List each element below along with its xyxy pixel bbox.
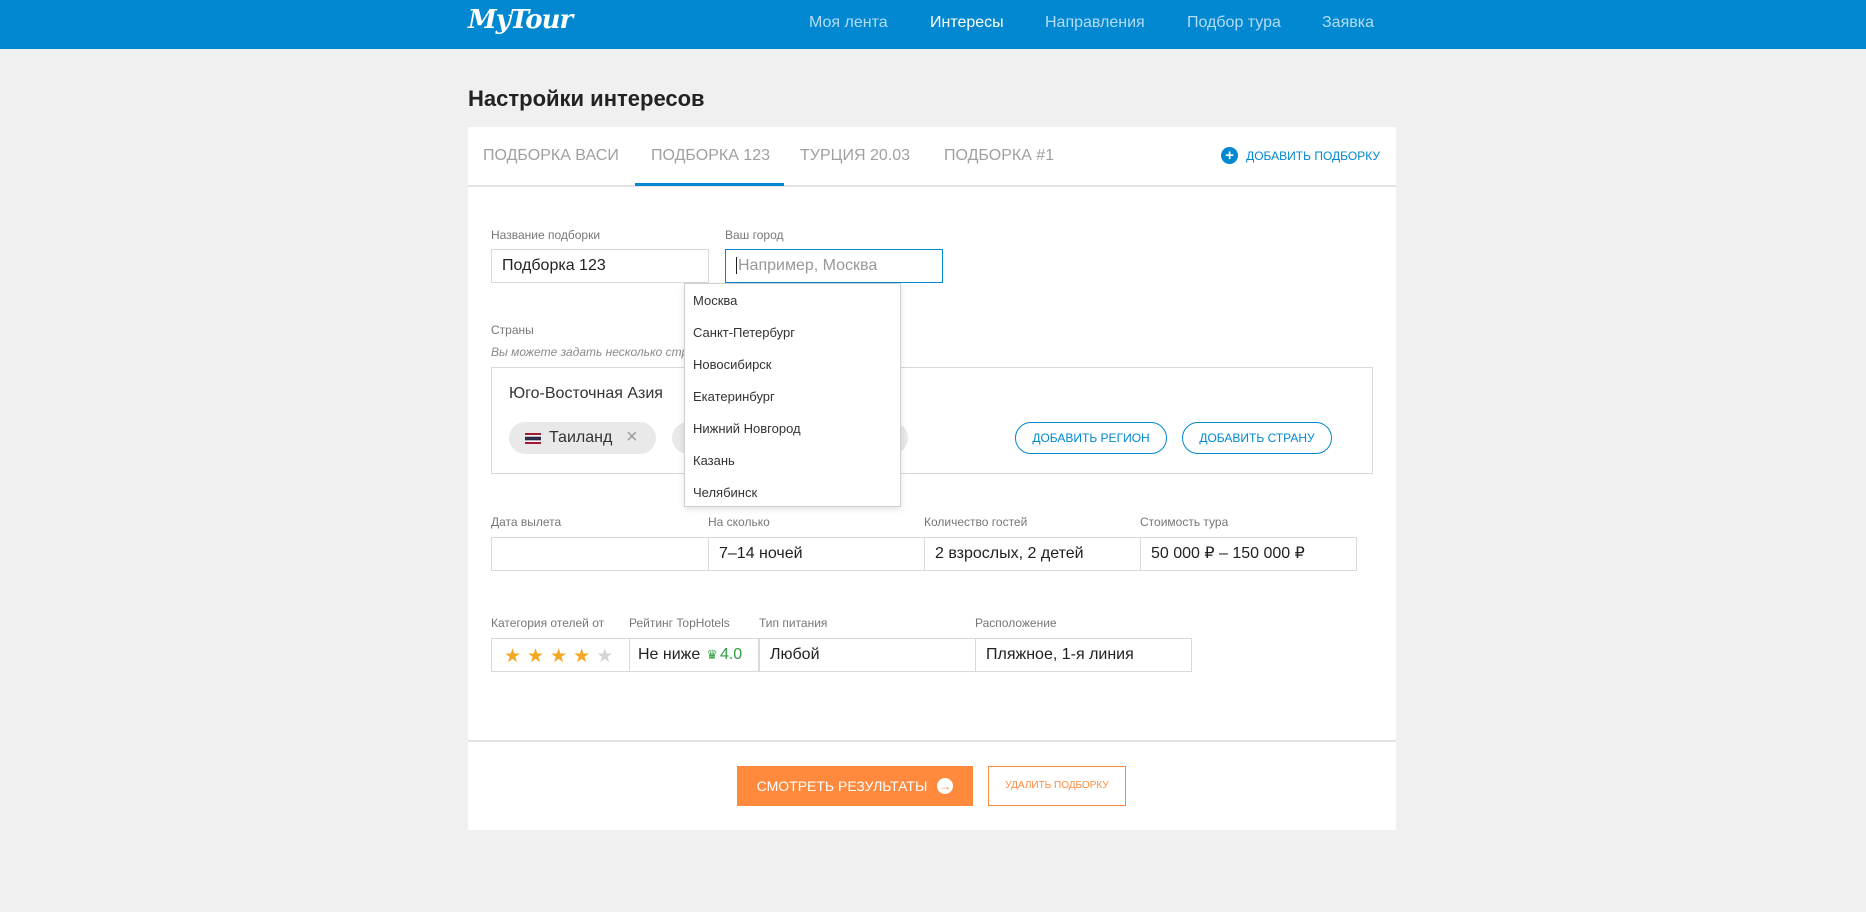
city-option[interactable]: Нижний Новгород — [693, 421, 801, 436]
city-input[interactable]: Например, Москва — [725, 249, 943, 283]
city-option[interactable]: Новосибирск — [693, 357, 772, 372]
add-selection-label: ДОБАВИТЬ ПОДБОРКУ — [1246, 148, 1380, 163]
interests-settings-card: ПОДБОРКА ВАСИ ПОДБОРКА 123 ТУРЦИЯ 20.03 … — [468, 127, 1396, 830]
nav-item-tour-selection[interactable]: Подбор тура — [1187, 14, 1281, 32]
selection-name-label: Название подборки — [491, 228, 601, 242]
top-navigation-bar: MyTour Моя лента Интересы Направления По… — [0, 0, 1866, 49]
star-icon[interactable]: ★ — [550, 647, 567, 666]
nav-item-interests[interactable]: Интересы — [930, 14, 1004, 32]
star-icon[interactable]: ★ — [504, 647, 521, 666]
guests-label: Количество гостей — [924, 515, 1028, 529]
add-region-button[interactable]: ДОБАВИТЬ РЕГИОН — [1015, 422, 1167, 454]
city-option[interactable]: Санкт-Петербург — [693, 325, 795, 340]
thailand-flag-icon — [525, 432, 541, 444]
page-title: Настройки интересов — [468, 86, 705, 111]
selection-name-input[interactable]: Подборка 123 — [491, 249, 709, 283]
duration-select[interactable]: 7–14 ночей — [708, 537, 925, 571]
mytour-logo[interactable]: MyTour — [468, 5, 573, 35]
departure-date-input[interactable] — [491, 537, 709, 571]
city-placeholder: Например, Москва — [738, 257, 878, 274]
active-tab-indicator — [635, 183, 784, 186]
tab-vasya-selection[interactable]: ПОДБОРКА ВАСИ — [483, 147, 619, 165]
rating-prefix: Не ниже — [638, 646, 701, 663]
location-select[interactable]: Пляжное, 1-я линия — [975, 638, 1192, 672]
show-results-label: СМОТРЕТЬ РЕЗУЛЬТАТЫ — [756, 778, 928, 794]
city-option[interactable]: Казань — [693, 453, 735, 468]
tab-selection-123[interactable]: ПОДБОРКА 123 — [651, 147, 770, 165]
text-caret — [736, 257, 737, 275]
delete-selection-button[interactable]: УДАЛИТЬ ПОДБОРКУ — [988, 766, 1126, 806]
city-option[interactable]: Москва — [693, 293, 737, 308]
rating-label: Рейтинг TopHotels — [629, 616, 730, 630]
hotel-category-label: Категория отелей от — [491, 616, 605, 630]
departure-date-label: Дата вылета — [491, 515, 562, 529]
selection-tabs: ПОДБОРКА ВАСИ ПОДБОРКА 123 ТУРЦИЯ 20.03 … — [468, 127, 1396, 187]
arrow-right-circle-icon: → — [937, 778, 954, 794]
meal-label: Тип питания — [759, 616, 828, 630]
nav-item-destinations[interactable]: Направления — [1045, 14, 1145, 32]
city-label: Ваш город — [725, 228, 784, 242]
price-label: Стоимость тура — [1140, 515, 1229, 529]
star-icon[interactable]: ★ — [573, 647, 590, 666]
show-results-button[interactable]: СМОТРЕТЬ РЕЗУЛЬТАТЫ → — [737, 766, 973, 806]
add-selection-button[interactable]: + ДОБАВИТЬ ПОДБОРКУ — [1221, 147, 1380, 164]
guests-select[interactable]: 2 взрослых, 2 детей — [924, 537, 1141, 571]
rating-value: 4.0 — [719, 646, 743, 663]
price-range-input[interactable]: 50 000 ₽ – 150 000 ₽ — [1140, 537, 1357, 571]
star-empty-icon[interactable]: ★ — [596, 647, 613, 666]
location-label: Расположение — [975, 616, 1057, 630]
tab-selection-1[interactable]: ПОДБОРКА #1 — [944, 147, 1054, 165]
nav-item-feed[interactable]: Моя лента — [809, 14, 888, 32]
countries-label: Страны — [491, 323, 534, 337]
add-country-button[interactable]: ДОБАВИТЬ СТРАНУ — [1182, 422, 1332, 454]
city-option[interactable]: Челябинск — [693, 485, 757, 500]
chip-label: Таиланд — [549, 429, 613, 446]
rating-select[interactable]: Не ниже ♛ 4.0 — [629, 638, 759, 672]
city-option[interactable]: Екатеринбург — [693, 389, 775, 404]
city-dropdown: Москва Санкт-Петербург Новосибирск Екате… — [684, 283, 901, 507]
country-chip-thailand[interactable]: Таиланд × — [509, 422, 656, 454]
close-icon[interactable]: × — [626, 426, 638, 449]
star-icon[interactable]: ★ — [527, 647, 544, 666]
duration-label: На сколько — [708, 515, 770, 529]
countries-box: Юго-Восточная Азия Таиланд × Ви ия × ДОБ… — [491, 367, 1373, 474]
region-title: Юго-Восточная Азия — [509, 385, 663, 402]
star-rating: ★ ★ ★ ★ ★ — [504, 647, 613, 666]
meal-select[interactable]: Любой — [759, 638, 976, 672]
crown-icon: ♛ — [706, 647, 718, 662]
footer-divider — [468, 740, 1396, 742]
plus-circle-icon: + — [1221, 147, 1239, 164]
hotel-category-stars[interactable]: ★ ★ ★ ★ ★ — [491, 638, 630, 672]
nav-item-request[interactable]: Заявка — [1322, 14, 1374, 32]
tab-turkey[interactable]: ТУРЦИЯ 20.03 — [800, 147, 910, 165]
